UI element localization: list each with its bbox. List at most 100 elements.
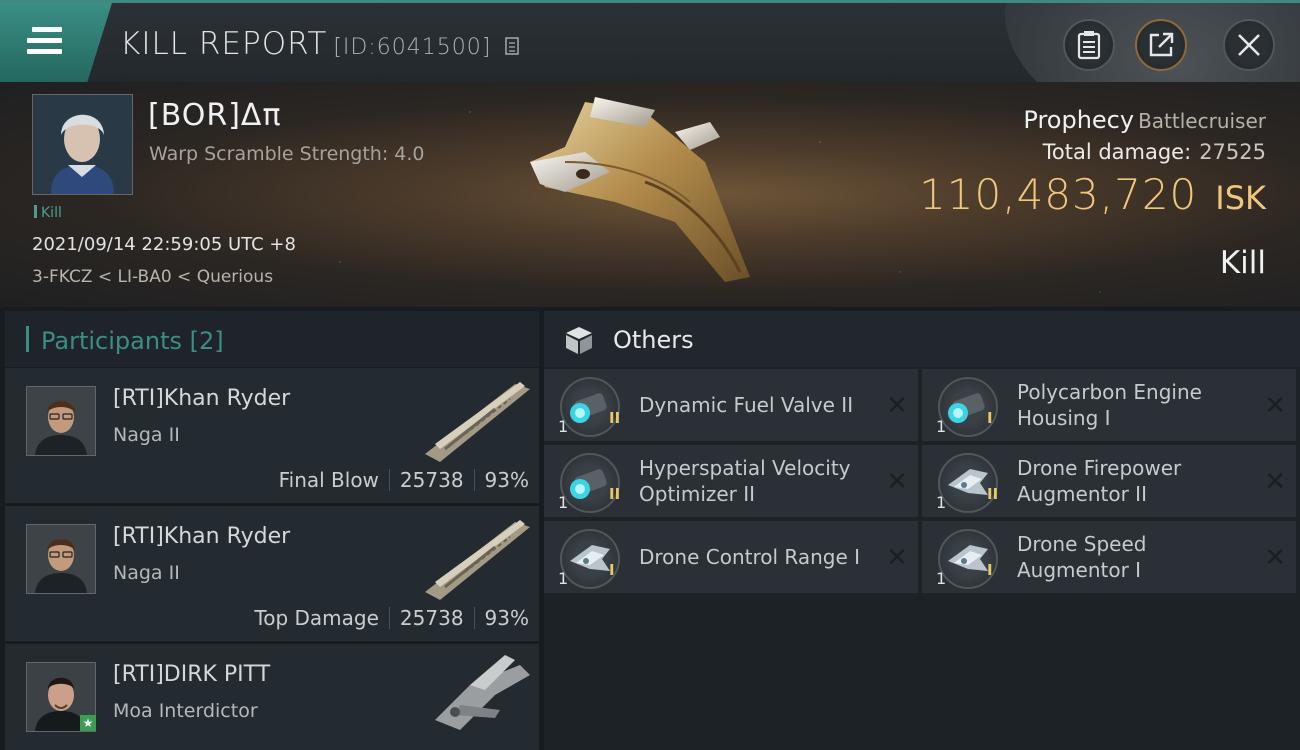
stat-label: Top Damage bbox=[254, 606, 379, 630]
participant-name[interactable]: [RTI]Khan Ryder bbox=[113, 524, 290, 549]
victim-banner: [BOR]Δπ Warp Scramble Strength: 4.0 Kill… bbox=[0, 82, 1300, 307]
share-button[interactable] bbox=[1135, 19, 1187, 71]
stat-damage: 25738 bbox=[399, 606, 464, 630]
item-name: Drone Firepower Augmentor II bbox=[1017, 456, 1182, 506]
total-damage-value: 27525 bbox=[1199, 140, 1266, 164]
stat-percent: 93% bbox=[484, 606, 529, 630]
participants-panel: Participants [2] [RTI]Khan Ryder Naga II… bbox=[5, 311, 539, 750]
stat-percent: 93% bbox=[484, 468, 529, 492]
participant-row[interactable]: ★ [RTI]DIRK PITT Moa Interdictor bbox=[5, 644, 539, 750]
destroyed-x-icon: ✕ bbox=[1264, 543, 1286, 573]
menu-icon bbox=[27, 27, 62, 55]
menu-button[interactable] bbox=[0, 3, 112, 82]
destroyed-x-icon: ✕ bbox=[886, 543, 908, 573]
cargo-item[interactable]: 1 I Drone Control Range I ✕ bbox=[544, 521, 918, 593]
participant-stats: Top Damage 25738 93% bbox=[254, 606, 529, 630]
ship-name: Prophecy bbox=[1023, 106, 1135, 134]
naga-ship-icon bbox=[425, 520, 530, 600]
cargo-box-icon bbox=[566, 327, 592, 354]
drone-rig-icon bbox=[938, 453, 998, 513]
victim-ship-type[interactable]: Prophecy Battlecruiser bbox=[1023, 106, 1266, 134]
close-icon bbox=[1238, 34, 1260, 56]
item-name: Polycarbon Engine Housing I bbox=[1017, 380, 1202, 430]
clipboard-icon bbox=[1077, 31, 1101, 60]
cargo-item[interactable]: 1 II Drone Firepower Augmentor II ✕ bbox=[922, 445, 1296, 517]
participant-stats: Final Blow 25738 93% bbox=[279, 468, 529, 492]
total-damage-label: Total damage: bbox=[1042, 140, 1192, 164]
participant-row[interactable]: [RTI]Khan Ryder Naga II Final Blow 25738 9… bbox=[5, 368, 539, 503]
item-meta-level: II bbox=[987, 485, 999, 503]
thruster-module-icon bbox=[560, 377, 620, 437]
naga-ship-icon bbox=[425, 382, 530, 462]
participant-ship: Naga II bbox=[113, 424, 180, 446]
item-quantity: 1 bbox=[936, 569, 947, 588]
cargo-item[interactable]: 1 I Drone Speed Augmentor I ✕ bbox=[922, 521, 1296, 593]
isk-unit: ISK bbox=[1215, 179, 1266, 217]
drone-rig-icon bbox=[938, 529, 998, 589]
warp-scramble-strength: Warp Scramble Strength: 4.0 bbox=[149, 143, 425, 165]
victim-name[interactable]: [BOR]Δπ bbox=[148, 98, 282, 133]
thruster-module-icon bbox=[938, 377, 998, 437]
participant-portrait[interactable] bbox=[26, 524, 96, 594]
item-name: Hyperspatial Velocity Optimizer II bbox=[639, 456, 851, 506]
destroyed-x-icon: ✕ bbox=[1264, 391, 1286, 421]
title-text: KILL REPORT bbox=[120, 26, 328, 62]
stat-damage: 25738 bbox=[399, 468, 464, 492]
participant-name[interactable]: [RTI]Khan Ryder bbox=[113, 386, 290, 411]
item-quantity: 1 bbox=[558, 569, 569, 588]
cargo-item[interactable]: 1 II Dynamic Fuel Valve II ✕ bbox=[544, 369, 918, 441]
participant-ship: Moa Interdictor bbox=[113, 700, 258, 722]
item-quantity: 1 bbox=[558, 417, 569, 436]
participant-ship: Naga II bbox=[113, 562, 180, 584]
item-quantity: 1 bbox=[936, 417, 947, 436]
ship-class: Battlecruiser bbox=[1138, 109, 1266, 133]
item-name: Dynamic Fuel Valve II bbox=[639, 393, 854, 417]
clipboard-button[interactable] bbox=[1063, 19, 1115, 71]
item-quantity: 1 bbox=[558, 493, 569, 512]
drone-rig-icon bbox=[560, 529, 620, 589]
item-meta-level: II bbox=[609, 485, 621, 503]
star-badge-icon: ★ bbox=[80, 715, 96, 731]
kill-tag-label: Kill bbox=[41, 205, 62, 221]
item-quantity: 1 bbox=[936, 493, 947, 512]
participant-name[interactable]: [RTI]DIRK PITT bbox=[113, 662, 270, 687]
kill-tag: Kill bbox=[34, 205, 62, 221]
destroyed-x-icon: ✕ bbox=[1264, 467, 1286, 497]
thruster-module-icon bbox=[560, 453, 620, 513]
victim-portrait[interactable] bbox=[32, 94, 133, 195]
participant-row[interactable]: [RTI]Khan Ryder Naga II Top Damage 25738 9… bbox=[5, 506, 539, 641]
page-title: KILL REPORT [ID:6041500] bbox=[120, 26, 521, 64]
cargo-item[interactable]: 1 I Polycarbon Engine Housing I ✕ bbox=[922, 369, 1296, 441]
item-meta-level: I bbox=[987, 561, 993, 579]
participants-header: Participants [2] bbox=[5, 311, 539, 367]
victim-ship-image[interactable] bbox=[525, 92, 765, 297]
copy-icon[interactable] bbox=[505, 28, 521, 64]
others-header: Others bbox=[544, 311, 1300, 367]
isk-value: 110,483,720 ISK bbox=[919, 170, 1266, 219]
participants-label: Participants bbox=[41, 327, 182, 355]
kill-location[interactable]: 3-FKCZ < LI-BA0 < Querious bbox=[32, 267, 273, 287]
others-title: Others bbox=[613, 326, 694, 354]
participant-portrait[interactable] bbox=[26, 386, 96, 456]
item-name: Drone Control Range I bbox=[639, 545, 861, 569]
item-meta-level: I bbox=[987, 409, 993, 427]
participants-count: [2] bbox=[189, 327, 224, 355]
top-bar: KILL REPORT [ID:6041500] bbox=[0, 0, 1300, 82]
item-meta-level: II bbox=[609, 409, 621, 427]
item-name: Drone Speed Augmentor I bbox=[1017, 532, 1147, 582]
kill-datetime: 2021/09/14 22:59:05 UTC +8 bbox=[32, 234, 296, 255]
destroyed-x-icon: ✕ bbox=[886, 391, 908, 421]
share-icon bbox=[1149, 32, 1174, 57]
close-button[interactable] bbox=[1223, 19, 1275, 71]
destroyed-x-icon: ✕ bbox=[886, 467, 908, 497]
participants-title: Participants [2] bbox=[41, 327, 224, 355]
kill-id: [ID:6041500] bbox=[333, 35, 492, 60]
stat-label: Final Blow bbox=[278, 468, 379, 492]
cargo-item[interactable]: 1 II Hyperspatial Velocity Optimizer II … bbox=[544, 445, 918, 517]
total-damage: Total damage: 27525 bbox=[1043, 140, 1266, 164]
others-panel: Others 1 II Dynamic Fuel Valve II ✕ 1 I … bbox=[544, 311, 1300, 750]
item-meta-level: I bbox=[609, 561, 615, 579]
isk-amount: 110,483,720 bbox=[919, 170, 1198, 219]
kill-result: Kill bbox=[1219, 245, 1266, 281]
moa-ship-icon bbox=[435, 655, 530, 730]
